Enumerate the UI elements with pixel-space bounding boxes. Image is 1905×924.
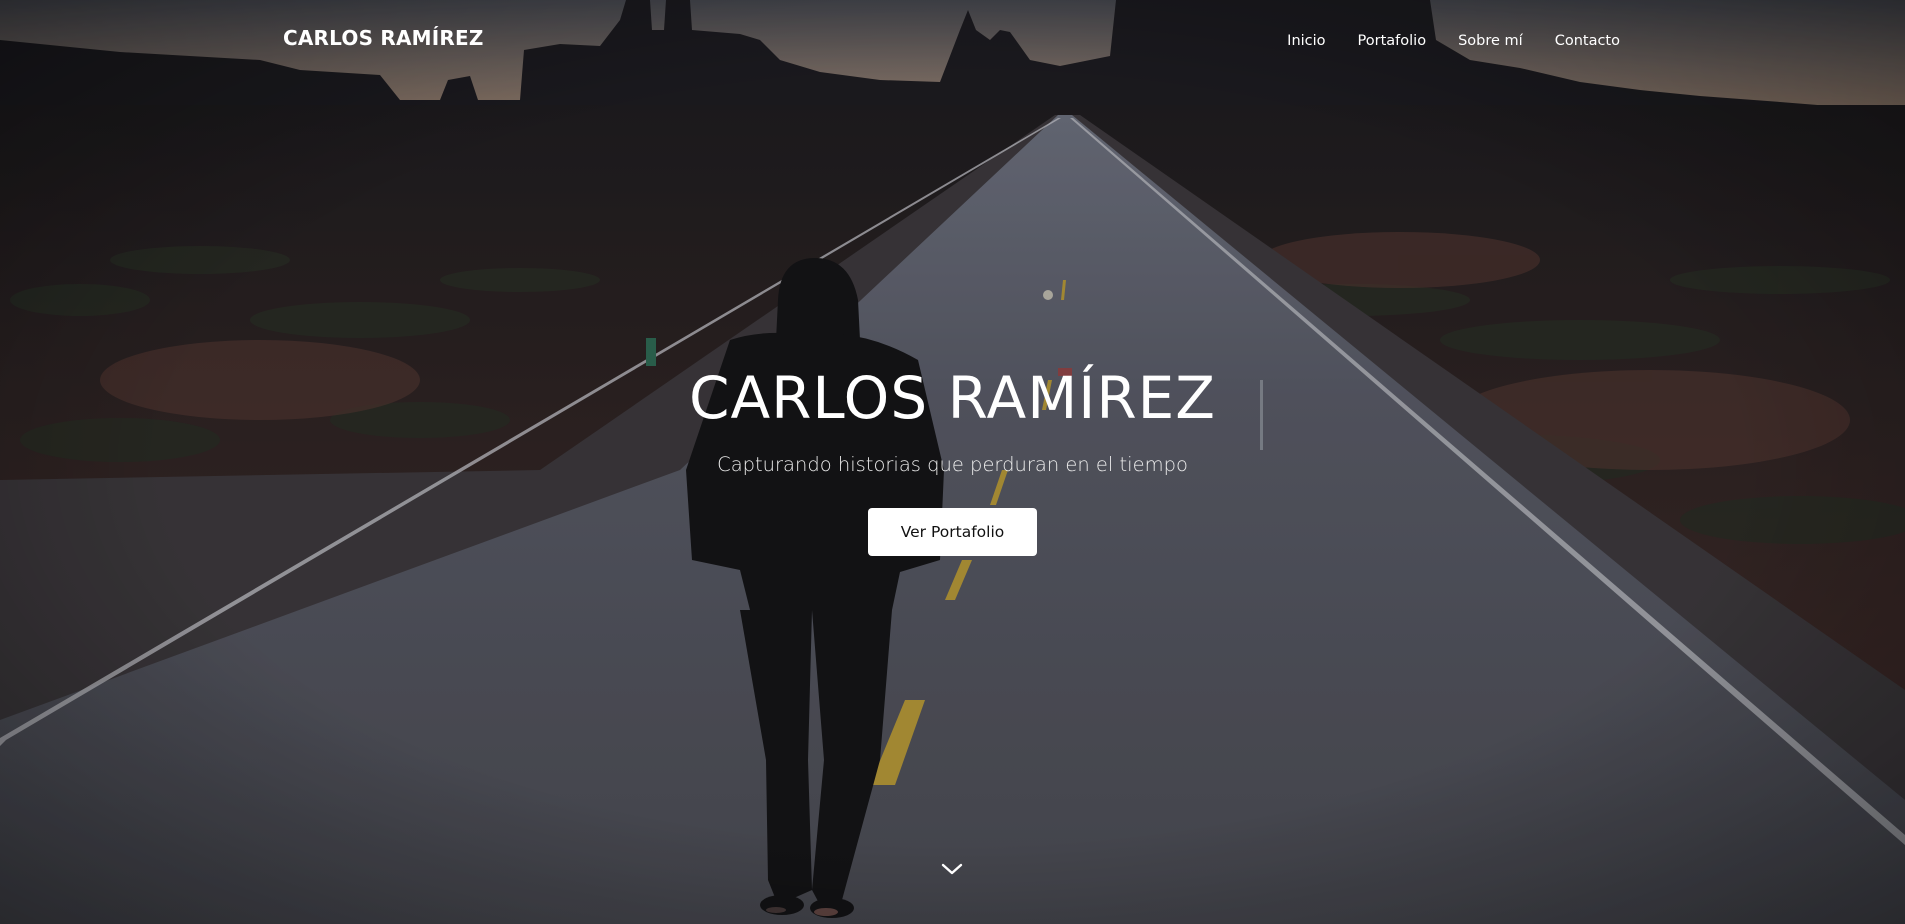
nav-menu: Inicio Portafolio Sobre mí Contacto [1287,30,1620,49]
hero-title: CARLOS RAMÍREZ [688,364,1217,432]
nav-link-contacto[interactable]: Contacto [1555,33,1620,49]
hero-subtitle: Capturando historias que perduran en el … [717,453,1188,476]
nav-item-inicio: Inicio [1287,30,1325,49]
nav-item-sobre-mi: Sobre mí [1458,30,1523,49]
brand-logo[interactable]: CARLOS RAMÍREZ [283,26,484,50]
chevron-down-icon[interactable] [940,860,964,878]
nav-link-inicio[interactable]: Inicio [1287,33,1325,49]
view-portfolio-button[interactable]: Ver Portafolio [868,508,1037,556]
nav-item-contacto: Contacto [1555,30,1620,49]
navbar: CARLOS RAMÍREZ Inicio Portafolio Sobre m… [0,0,1905,80]
nav-link-portafolio[interactable]: Portafolio [1358,33,1427,49]
hero-section: CARLOS RAMÍREZ Inicio Portafolio Sobre m… [0,0,1905,924]
hero-content: CARLOS RAMÍREZ Capturando historias que … [0,356,1905,556]
nav-item-portafolio: Portafolio [1358,30,1427,49]
nav-link-sobre-mi[interactable]: Sobre mí [1458,33,1523,49]
